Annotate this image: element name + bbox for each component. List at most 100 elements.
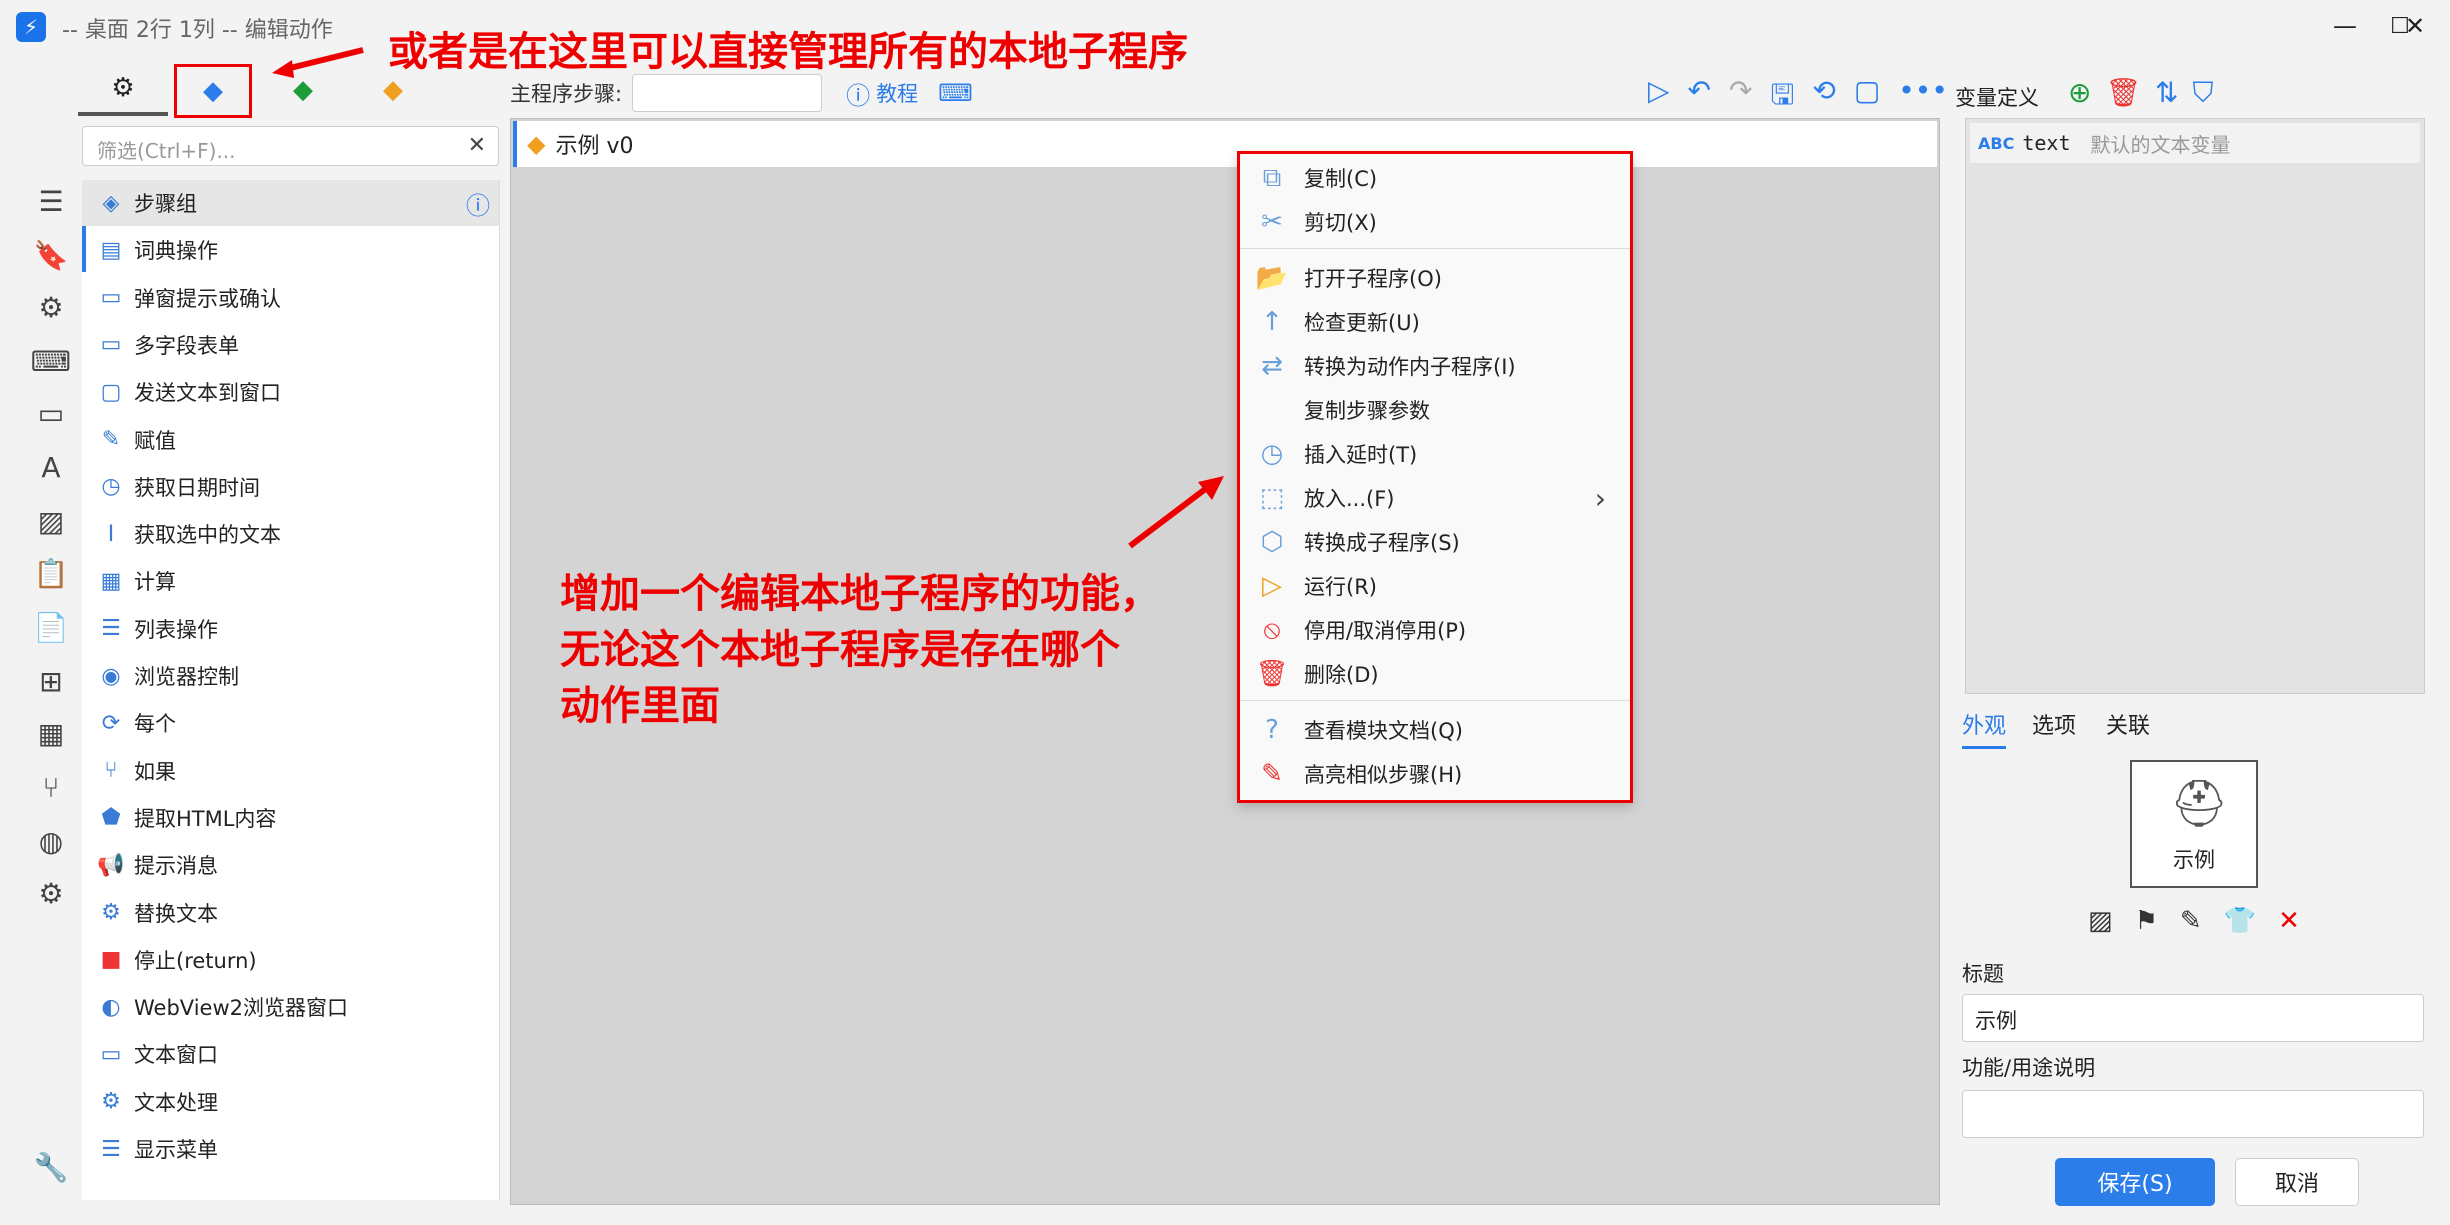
variable-row[interactable]: ABC text 默认的文本变量 xyxy=(1970,123,2420,163)
remove-icon[interactable]: ✕ xyxy=(2278,906,2300,936)
shirt-icon[interactable]: 👕 xyxy=(2224,906,2256,936)
description-input[interactable] xyxy=(1962,1090,2424,1138)
calculator-icon[interactable]: ▦ xyxy=(34,716,68,750)
keyboard-icon[interactable]: ⌨ xyxy=(31,344,71,378)
windows-icon[interactable]: ⊞ xyxy=(34,664,68,698)
list-item[interactable]: ◈ 步骤组 ⓘ xyxy=(82,180,499,226)
subprogram-header[interactable]: ◆ 示例 v0 xyxy=(513,121,1937,167)
edge-icon: ◐ xyxy=(101,994,121,1020)
list-item[interactable]: ⚙ 替换文本 xyxy=(82,890,499,936)
run-icon[interactable]: ▷ xyxy=(1648,74,1670,122)
list-item[interactable]: ▭ 文本窗口 xyxy=(82,1031,499,1077)
filter-input[interactable]: 筛选(Ctrl+F)... ✕ xyxy=(82,126,499,166)
tab-local-subprograms[interactable]: ◆ xyxy=(174,64,252,118)
filter-icon[interactable]: ⛉ xyxy=(2192,76,2213,110)
info-icon[interactable]: ⓘ xyxy=(466,186,490,221)
menu-item[interactable]: ⬚ 放入...(F) › xyxy=(1240,476,1630,520)
clear-icon[interactable]: ✕ xyxy=(468,133,486,158)
menu-item[interactable]: ↑ 检查更新(U) xyxy=(1240,300,1630,344)
window-icon: ▭ xyxy=(100,285,122,311)
list-item[interactable]: ◷ 获取日期时间 xyxy=(82,464,499,510)
document-icon[interactable]: 📄 xyxy=(34,610,69,644)
font-icon[interactable]: A xyxy=(34,450,68,484)
save-icon[interactable]: 🖫 xyxy=(1770,74,1794,122)
list-item[interactable]: ◉ 浏览器控制 xyxy=(82,653,499,699)
keyboard-icon[interactable]: ⌨ xyxy=(938,79,973,107)
cubes-orange-icon: ◆ xyxy=(527,130,546,158)
list-item[interactable]: ⚙ 文本处理 xyxy=(82,1079,499,1125)
form-icon: ▭ xyxy=(100,332,122,358)
save-button[interactable]: 保存(S) xyxy=(2055,1158,2215,1206)
menu-item[interactable]: ✂ 剪切(X) xyxy=(1240,200,1630,244)
branch-icon[interactable]: ⑂ xyxy=(34,770,68,804)
tab-relations[interactable]: 关联 xyxy=(2106,708,2150,740)
menu-item[interactable]: ? 查看模块文档(Q) xyxy=(1240,708,1630,752)
loop-icon: ⟳ xyxy=(101,710,121,736)
redo-icon[interactable]: ↷ xyxy=(1729,74,1752,122)
tab-appearance[interactable]: 外观 xyxy=(1962,708,2007,749)
list-item[interactable]: ■ 停止(return) xyxy=(82,937,499,983)
list-item[interactable]: I 获取选中的文本 xyxy=(82,511,499,557)
eyedropper-icon[interactable]: ✎ xyxy=(2180,906,2202,936)
menu-item[interactable]: ⧉ 复制(C) xyxy=(1240,156,1630,200)
add-variable-icon[interactable]: ⊕ xyxy=(2068,76,2091,110)
flag-icon[interactable]: ⚑ xyxy=(2135,906,2158,936)
image-icon[interactable]: ▨ xyxy=(2088,906,2113,936)
clipboard-icon[interactable]: 📋 xyxy=(34,556,69,590)
bookmark-icon[interactable]: 🔖 xyxy=(34,238,69,272)
tutorial-link[interactable]: 教程 xyxy=(876,78,918,108)
list-item[interactable]: ☰ 列表操作 xyxy=(82,606,499,652)
image-icon[interactable]: ▨ xyxy=(34,504,68,538)
list-item[interactable]: ⑂ 如果 xyxy=(82,748,499,794)
window-icon[interactable]: ▭ xyxy=(34,396,68,430)
menu-item-label: 运行(R) xyxy=(1304,575,1377,599)
menu-item[interactable]: 🗑 删除(D) xyxy=(1240,652,1630,696)
menu-item[interactable]: ◷ 插入延时(T) xyxy=(1240,432,1630,476)
icon-preview[interactable]: ⛑ 示例 xyxy=(2130,760,2258,888)
branch-icon: ⑂ xyxy=(104,758,118,784)
list-item[interactable]: ☰ 显示菜单 xyxy=(82,1126,499,1172)
sort-icon[interactable]: ⇅ xyxy=(2155,76,2178,110)
list-item-label: 提示消息 xyxy=(134,854,218,879)
list-item[interactable]: ▦ 计算 xyxy=(82,558,499,604)
list-item-label: 计算 xyxy=(134,570,176,595)
more-icon[interactable]: ••• xyxy=(1898,74,1948,122)
menu-item-label: 复制(C) xyxy=(1304,167,1378,191)
menu-item[interactable]: 复制步骤参数 xyxy=(1240,388,1630,432)
list-item[interactable]: ⬟ 提取HTML内容 xyxy=(82,795,499,841)
close-button[interactable]: ✕ xyxy=(2380,0,2450,52)
list-item[interactable]: 📢 提示消息 xyxy=(82,842,499,888)
menu-item[interactable]: ✎ 高亮相似步骤(H) xyxy=(1240,752,1630,796)
gear-icon[interactable]: ⚙ xyxy=(34,290,68,324)
globe-icon[interactable]: ◍ xyxy=(34,824,68,858)
menu-item[interactable]: ⦸ 停用/取消停用(P) xyxy=(1240,608,1630,652)
folder-open-icon: 📂 xyxy=(1255,263,1289,293)
app-logo-icon: ⚡ xyxy=(16,12,46,42)
undo-icon[interactable]: ↶ xyxy=(1688,74,1711,122)
list-item[interactable]: ▭ 弹窗提示或确认 xyxy=(82,275,499,321)
main-steps-input[interactable] xyxy=(632,74,823,112)
list-item[interactable]: ▢ 发送文本到窗口 xyxy=(82,369,499,415)
delete-variable-icon[interactable]: 🗑 xyxy=(2105,76,2141,110)
title-input[interactable]: 示例 xyxy=(1962,994,2424,1042)
list-item[interactable]: ▭ 多字段表单 xyxy=(82,322,499,368)
menu-icon[interactable]: ☰ xyxy=(34,184,68,218)
history-icon[interactable]: ⟲ xyxy=(1812,74,1835,122)
menu-item[interactable]: ⇄ 转换为动作内子程序(I) xyxy=(1240,344,1630,388)
menu-item[interactable]: 📂 打开子程序(O) xyxy=(1240,256,1630,300)
note-icon[interactable]: ▢ xyxy=(1854,74,1880,122)
settings-cluster-icon[interactable]: ⚙ xyxy=(34,876,68,910)
annotation-middle-1: 增加一个编辑本地子程序的功能， xyxy=(560,571,1160,617)
cancel-button[interactable]: 取消 xyxy=(2235,1158,2359,1206)
wrench-icon[interactable]: 🔧 xyxy=(34,1150,69,1184)
list-item[interactable]: ▤ 词典操作 xyxy=(82,227,499,273)
tab-settings[interactable]: ⚙ xyxy=(78,64,168,116)
list-item[interactable]: ◐ WebView2浏览器窗口 xyxy=(82,984,499,1030)
list-item[interactable]: ⟳ 每个 xyxy=(82,700,499,746)
tab-options[interactable]: 选项 xyxy=(2032,708,2076,740)
menu-item[interactable]: ▷ 运行(R) xyxy=(1240,564,1630,608)
menu-icon: ☰ xyxy=(101,1136,121,1162)
text-cursor-icon: I xyxy=(107,521,115,547)
menu-item[interactable]: ⬡ 转换成子程序(S) xyxy=(1240,520,1630,564)
list-item[interactable]: ✎ 赋值 xyxy=(82,417,499,463)
